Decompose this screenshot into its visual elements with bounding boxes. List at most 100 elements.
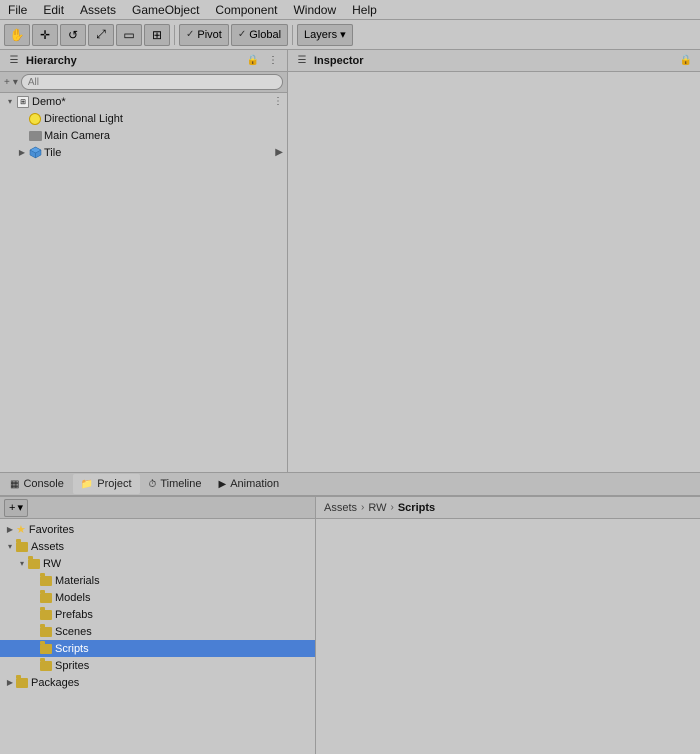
breadcrumb: Assets › RW › Scripts bbox=[316, 497, 700, 519]
project-item-packages: Packages bbox=[31, 677, 79, 689]
hierarchy-item-directionallight: Directional Light bbox=[44, 113, 123, 125]
bottom-tab-bar: ▦ Console 📁 Project ⏱ Timeline ▶ Animati… bbox=[0, 472, 700, 496]
separator-2 bbox=[292, 25, 293, 45]
list-item[interactable]: ▶ Packages bbox=[0, 674, 315, 691]
list-item[interactable]: ▶ ★ Favorites bbox=[0, 521, 315, 538]
rw-folder-icon bbox=[28, 559, 40, 569]
inspector-content bbox=[288, 72, 700, 472]
hierarchy-search-input[interactable] bbox=[21, 74, 283, 90]
list-item[interactable]: ▾ Assets bbox=[0, 538, 315, 555]
animation-icon: ▶ bbox=[219, 479, 227, 490]
project-area: + ▾ ▶ ★ Favorites ▾ Assets ▾ RW bbox=[0, 496, 700, 754]
expand-arrow-demo[interactable]: ▾ bbox=[4, 96, 16, 108]
tab-project[interactable]: 📁 Project bbox=[73, 474, 140, 494]
global-check: ✓ bbox=[238, 29, 246, 40]
transform-tool-btn[interactable]: ⊞ bbox=[144, 24, 170, 46]
project-item-rw: RW bbox=[43, 558, 61, 570]
expand-arrow-rw[interactable]: ▾ bbox=[16, 558, 28, 570]
expand-arrow-scripts bbox=[28, 643, 40, 655]
tool-group: ✋ ✛ ↺ ⤢ ▭ ⊞ bbox=[4, 24, 170, 46]
sprites-folder-icon bbox=[40, 661, 52, 671]
inspector-title: Inspector bbox=[314, 55, 674, 67]
list-item[interactable]: Directional Light bbox=[0, 110, 287, 127]
expand-arrow-models bbox=[28, 592, 40, 604]
tab-console-label: Console bbox=[23, 478, 63, 490]
expand-arrow-tile[interactable]: ▶ bbox=[16, 147, 28, 159]
search-arrow-icon: ▾ bbox=[13, 77, 18, 88]
add-label: + bbox=[9, 502, 15, 514]
list-item[interactable]: ▾ ⊞ Demo* ⋮ bbox=[0, 93, 287, 110]
breadcrumb-rw[interactable]: RW bbox=[368, 502, 386, 514]
project-add-btn[interactable]: + ▾ bbox=[4, 499, 28, 517]
expand-arrow-packages[interactable]: ▶ bbox=[4, 677, 16, 689]
menu-window[interactable]: Window bbox=[289, 2, 340, 18]
project-item-prefabs: Prefabs bbox=[55, 609, 93, 621]
project-item-sprites: Sprites bbox=[55, 660, 89, 672]
hierarchy-menu-icon[interactable]: ☰ bbox=[6, 53, 22, 69]
expand-arrow-materials bbox=[28, 575, 40, 587]
hierarchy-title: Hierarchy bbox=[26, 55, 241, 67]
hierarchy-panel: ☰ Hierarchy 🔒 ⋮ + ▾ ▾ ⊞ Demo* ⋮ bbox=[0, 50, 288, 472]
list-item[interactable]: ▾ RW bbox=[0, 555, 315, 572]
list-item[interactable]: Sprites bbox=[0, 657, 315, 674]
cube-icon bbox=[28, 146, 42, 160]
scenes-folder-icon bbox=[40, 627, 52, 637]
list-item[interactable]: ▶ Tile ▶ bbox=[0, 144, 287, 161]
scale-tool-btn[interactable]: ⤢ bbox=[88, 24, 114, 46]
inspector-menu-icon[interactable]: ☰ bbox=[294, 53, 310, 69]
rect-tool-btn[interactable]: ▭ bbox=[116, 24, 142, 46]
tab-animation[interactable]: ▶ Animation bbox=[211, 474, 288, 494]
menu-file[interactable]: File bbox=[4, 2, 31, 18]
pivot-btn[interactable]: ✓ Pivot bbox=[179, 24, 229, 46]
project-content-area bbox=[316, 519, 700, 754]
expand-arrow-favorites[interactable]: ▶ bbox=[4, 524, 16, 536]
move-tool-btn[interactable]: ✛ bbox=[32, 24, 58, 46]
rotate-tool-btn[interactable]: ↺ bbox=[60, 24, 86, 46]
project-item-scripts: Scripts bbox=[55, 643, 89, 655]
project-item-scenes: Scenes bbox=[55, 626, 92, 638]
expand-arrow-sprites bbox=[28, 660, 40, 672]
global-label: Global bbox=[249, 29, 281, 41]
expand-arrow-camera bbox=[16, 130, 28, 142]
menu-assets[interactable]: Assets bbox=[76, 2, 120, 18]
breadcrumb-scripts[interactable]: Scripts bbox=[398, 502, 435, 514]
hierarchy-lock-icon[interactable]: 🔒 bbox=[245, 53, 261, 69]
project-icon: 📁 bbox=[81, 479, 93, 490]
expand-arrow-assets[interactable]: ▾ bbox=[4, 541, 16, 553]
hierarchy-item-more-icon[interactable]: ⋮ bbox=[273, 96, 283, 107]
models-folder-icon bbox=[40, 593, 52, 603]
breadcrumb-assets[interactable]: Assets bbox=[324, 502, 357, 514]
camera-icon bbox=[28, 129, 42, 143]
list-item[interactable]: Main Camera bbox=[0, 127, 287, 144]
tile-expand-arrow[interactable]: ▶ bbox=[275, 147, 283, 158]
tab-timeline-label: Timeline bbox=[160, 478, 201, 490]
menu-help[interactable]: Help bbox=[348, 2, 381, 18]
packages-folder-icon bbox=[16, 678, 28, 688]
layers-label: Layers bbox=[304, 29, 337, 41]
pivot-check: ✓ bbox=[186, 29, 194, 40]
global-btn[interactable]: ✓ Global bbox=[231, 24, 288, 46]
tab-timeline[interactable]: ⏱ Timeline bbox=[141, 474, 210, 494]
list-item[interactable]: Materials bbox=[0, 572, 315, 589]
hand-tool-btn[interactable]: ✋ bbox=[4, 24, 30, 46]
search-icon: + bbox=[4, 77, 10, 88]
hierarchy-more-icon[interactable]: ⋮ bbox=[265, 53, 281, 69]
prefabs-folder-icon bbox=[40, 610, 52, 620]
menu-gameobject[interactable]: GameObject bbox=[128, 2, 203, 18]
list-item[interactable]: Scenes bbox=[0, 623, 315, 640]
materials-folder-icon bbox=[40, 576, 52, 586]
breadcrumb-arrow-1: › bbox=[361, 502, 364, 513]
list-item[interactable]: Scripts bbox=[0, 640, 315, 657]
list-item[interactable]: Models bbox=[0, 589, 315, 606]
hierarchy-header: ☰ Hierarchy 🔒 ⋮ bbox=[0, 50, 287, 72]
list-item[interactable]: Prefabs bbox=[0, 606, 315, 623]
tab-console[interactable]: ▦ Console bbox=[2, 474, 72, 494]
project-tree-panel: + ▾ ▶ ★ Favorites ▾ Assets ▾ RW bbox=[0, 497, 316, 754]
expand-arrow-prefabs bbox=[28, 609, 40, 621]
layers-btn[interactable]: Layers ▾ bbox=[297, 24, 353, 46]
project-item-models: Models bbox=[55, 592, 90, 604]
menu-edit[interactable]: Edit bbox=[39, 2, 68, 18]
menu-component[interactable]: Component bbox=[211, 2, 281, 18]
expand-arrow-scenes bbox=[28, 626, 40, 638]
inspector-lock-icon[interactable]: 🔒 bbox=[678, 53, 694, 69]
